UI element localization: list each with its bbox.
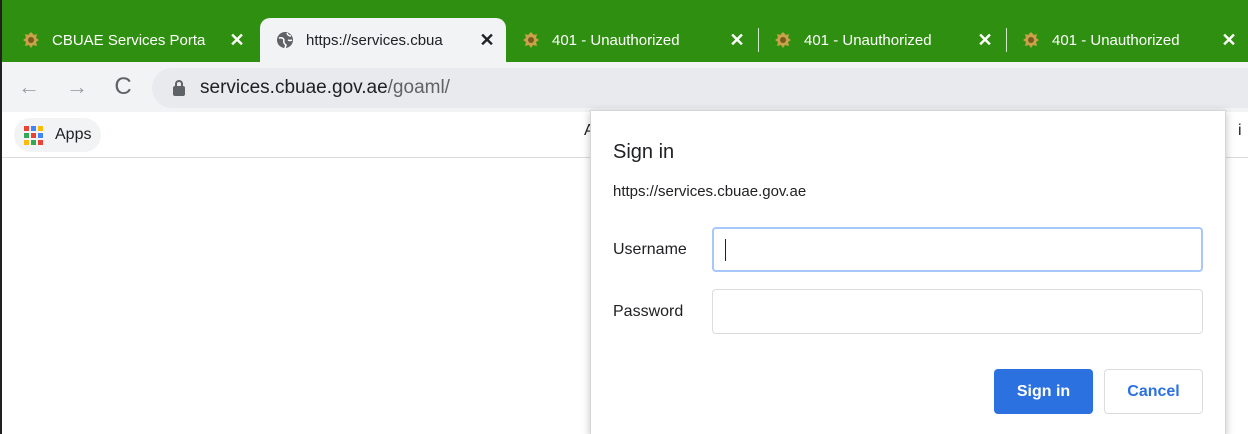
cancel-button[interactable]: Cancel	[1104, 369, 1203, 414]
address-host: services.cbuae.gov.ae	[200, 77, 388, 98]
forward-arrow-icon[interactable]: →	[64, 74, 90, 100]
tab-unauthorized-1[interactable]: 401 - Unauthorized ✕	[506, 18, 756, 62]
back-arrow-icon[interactable]: ←	[16, 74, 42, 100]
tab-strip: CBUAE Services Porta ✕ https://services.…	[2, 0, 1248, 62]
globe-icon	[276, 31, 294, 49]
close-icon[interactable]: ✕	[476, 29, 498, 51]
reload-icon[interactable]: C	[110, 74, 136, 100]
address-url[interactable]: services.cbuae.gov.ae/goaml/	[200, 77, 450, 99]
tab-services-url[interactable]: https://services.cbua ✕	[260, 18, 506, 62]
close-icon[interactable]: ✕	[1218, 29, 1240, 51]
close-icon[interactable]: ✕	[726, 29, 748, 51]
password-label: Password	[613, 303, 684, 320]
sign-in-dialog: Sign in https://services.cbuae.gov.ae Us…	[590, 110, 1226, 434]
sign-in-button[interactable]: Sign in	[994, 369, 1093, 414]
apps-label: Apps	[55, 126, 92, 143]
tab-label: 401 - Unauthorized	[552, 31, 680, 49]
tab-label: 401 - Unauthorized	[1052, 31, 1180, 49]
apps-grid-icon	[24, 125, 43, 145]
emblem-icon	[774, 31, 792, 49]
password-field[interactable]	[712, 289, 1203, 334]
lock-icon[interactable]	[172, 80, 186, 96]
tab-label: 401 - Unauthorized	[804, 31, 932, 49]
username-field[interactable]	[712, 227, 1203, 272]
toolbar: ← → C services.cbuae.gov.ae/goaml/	[2, 62, 1248, 112]
emblem-icon	[522, 31, 540, 49]
apps-shortcut[interactable]: Apps	[14, 118, 102, 152]
emblem-icon	[1022, 31, 1040, 49]
address-path: /goaml/	[387, 77, 450, 98]
browser-window: CBUAE Services Porta ✕ https://services.…	[0, 0, 1248, 434]
close-icon[interactable]: ✕	[226, 29, 248, 51]
tab-unauthorized-2[interactable]: 401 - Unauthorized ✕	[758, 18, 1004, 62]
emblem-icon	[22, 31, 40, 49]
close-icon[interactable]: ✕	[974, 29, 996, 51]
tab-label: https://services.cbua	[306, 31, 443, 49]
tab-cbuae-portal[interactable]: CBUAE Services Porta ✕	[6, 18, 256, 62]
tab-unauthorized-3[interactable]: 401 - Unauthorized ✕	[1006, 18, 1248, 62]
address-bar[interactable]: services.cbuae.gov.ae/goaml/	[152, 68, 1248, 108]
text-caret	[725, 239, 726, 261]
dialog-origin: https://services.cbuae.gov.ae	[613, 183, 807, 200]
bookmark-fragment-right[interactable]: i	[1238, 122, 1242, 140]
dialog-title: Sign in	[613, 141, 675, 163]
username-label: Username	[613, 241, 687, 258]
tab-label: CBUAE Services Porta	[52, 31, 206, 49]
